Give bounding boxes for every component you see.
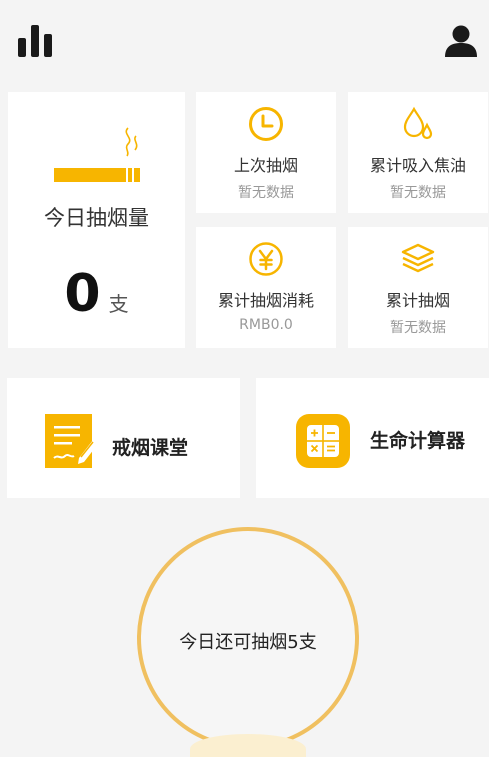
stat-title: 累计抽烟 xyxy=(385,291,450,310)
stat-title: 上次抽烟 xyxy=(233,156,298,175)
today-unit: 支 xyxy=(108,292,129,316)
stat-title: 累计抽烟消耗 xyxy=(217,291,314,310)
user-icon[interactable] xyxy=(444,24,478,58)
feature-label: 戒烟课堂 xyxy=(112,437,189,459)
remaining-cigarettes-circle[interactable]: 今日还可抽烟5支 xyxy=(137,527,359,749)
today-smoking-card[interactable]: 今日抽烟量 0支 xyxy=(8,92,185,348)
feature-label: 生命计算器 xyxy=(370,430,466,452)
remaining-text: 今日还可抽烟5支 xyxy=(179,632,317,653)
bar-chart-icon[interactable] xyxy=(17,24,53,58)
circle-wave-decoration xyxy=(190,734,306,757)
stat-value: 暂无数据 xyxy=(390,320,446,336)
today-label: 今日抽烟量 xyxy=(44,206,149,230)
stat-value: 暂无数据 xyxy=(238,185,294,201)
stat-last-smoke[interactable]: 上次抽烟 暂无数据 xyxy=(196,92,336,213)
life-calculator-button[interactable]: 生命计算器 xyxy=(256,378,489,498)
stat-value: RMB0.0 xyxy=(239,317,293,333)
quit-smoking-class-button[interactable]: 戒烟课堂 xyxy=(7,378,240,498)
clock-icon xyxy=(249,107,283,141)
stat-tar-intake[interactable]: 累计吸入焦油 暂无数据 xyxy=(348,92,488,213)
cigarette-icon xyxy=(54,127,140,182)
yen-coin-icon xyxy=(249,242,283,276)
stat-title: 累计吸入焦油 xyxy=(369,156,466,175)
today-count-wrap: 0支 xyxy=(8,264,185,324)
notebook-pen-icon xyxy=(45,414,98,468)
top-bar xyxy=(0,0,489,88)
stat-total-cost[interactable]: 累计抽烟消耗 RMB0.0 xyxy=(196,227,336,348)
today-count: 0 xyxy=(64,264,101,324)
droplet-icon xyxy=(403,106,433,140)
calculator-icon xyxy=(296,414,350,468)
layers-icon xyxy=(401,243,435,273)
stat-value: 暂无数据 xyxy=(390,185,446,201)
stat-total-smoked[interactable]: 累计抽烟 暂无数据 xyxy=(348,227,488,348)
